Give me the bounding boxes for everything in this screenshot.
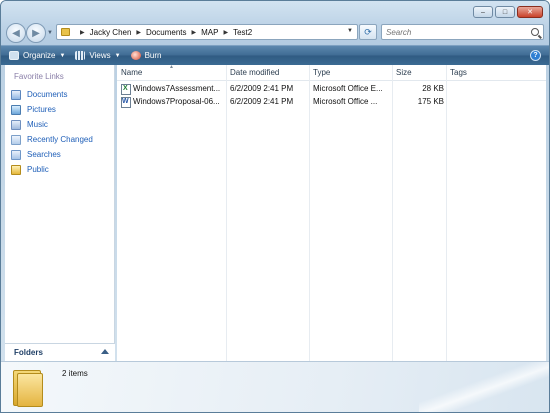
nav-item-label: Pictures: [27, 105, 56, 114]
column-header-type[interactable]: Type: [313, 68, 330, 77]
nav-item-label: Searches: [27, 150, 61, 159]
breadcrumb-jacky-chen[interactable]: Jacky Chen: [90, 28, 132, 37]
nav-item-recently-changed[interactable]: Recently Changed: [11, 132, 93, 147]
public-folder-icon: [11, 164, 21, 175]
chevron-down-icon: ▼: [114, 52, 121, 59]
folder-icon: [61, 28, 70, 36]
sort-ascending-icon: ▲: [169, 64, 174, 70]
title-bar: – □ ✕ ◀ ▶ ▼ ▶ Jacky Chen ▶ Documents ▶ M…: [1, 1, 549, 45]
views-label: Views: [89, 51, 111, 60]
file-row[interactable]: Windows7Assessment... 6/2/2009 2:41 PM M…: [117, 83, 546, 96]
folders-toggle[interactable]: Folders: [5, 343, 115, 361]
file-row[interactable]: Windows7Proposal-06... 6/2/2009 2:41 PM …: [117, 96, 546, 109]
refresh-button[interactable]: ⟳: [359, 24, 377, 40]
file-name: Windows7Proposal-06...: [133, 97, 220, 106]
nav-item-documents[interactable]: Documents: [11, 87, 93, 102]
excel-file-icon: [121, 84, 131, 95]
organize-label: Organize: [23, 51, 56, 60]
search-box[interactable]: [381, 24, 544, 40]
breadcrumb-test2[interactable]: Test2: [233, 28, 252, 37]
favorite-links-list: Documents Pictures Music Recently Change…: [11, 87, 93, 177]
file-size: 28 KB: [422, 84, 444, 93]
search-icon[interactable]: [531, 28, 539, 36]
details-pane: 2 items: [1, 361, 549, 412]
searches-icon: [11, 149, 21, 160]
help-button[interactable]: ?: [530, 50, 541, 61]
command-bar: Organize ▼ Views ▼ Burn ?: [1, 45, 549, 65]
views-button[interactable]: Views ▼: [75, 51, 121, 60]
burn-label: Burn: [144, 51, 162, 60]
breadcrumb-separator-icon[interactable]: ▶: [80, 29, 85, 36]
file-type: Microsoft Office E...: [313, 84, 383, 93]
file-date-modified: 6/2/2009 2:41 PM: [230, 84, 294, 93]
breadcrumb-separator-icon[interactable]: ▶: [136, 29, 141, 36]
column-header-size[interactable]: Size: [396, 68, 412, 77]
folder-icon: [11, 367, 45, 407]
burn-button[interactable]: Burn: [130, 51, 162, 60]
search-input[interactable]: [386, 27, 526, 37]
favorite-links-heading: Favorite Links: [14, 72, 64, 81]
column-divider[interactable]: [446, 65, 447, 361]
address-bar[interactable]: ▶ Jacky Chen ▶ Documents ▶ MAP ▶ Test2 ▼: [56, 24, 358, 40]
music-icon: [11, 119, 21, 130]
documents-icon: [11, 89, 21, 100]
word-file-icon: [121, 97, 131, 108]
organize-icon: [9, 51, 19, 60]
nav-item-label: Recently Changed: [27, 135, 93, 144]
column-divider[interactable]: [309, 65, 310, 361]
minimize-button[interactable]: –: [473, 6, 493, 18]
column-header-date-modified[interactable]: Date modified: [230, 68, 279, 77]
column-headers: ▲ Name Date modified Type Size Tags: [117, 64, 546, 81]
nav-item-label: Public: [27, 165, 49, 174]
breadcrumb-separator-icon[interactable]: ▶: [223, 29, 228, 36]
decorative-swoosh: [419, 362, 549, 412]
file-type: Microsoft Office ...: [313, 97, 378, 106]
nav-item-music[interactable]: Music: [11, 117, 93, 132]
item-count: 2 items: [62, 369, 88, 378]
address-dropdown-icon[interactable]: ▼: [347, 28, 353, 34]
breadcrumb-map[interactable]: MAP: [201, 28, 218, 37]
chevron-down-icon: ▼: [59, 52, 66, 59]
recently-changed-icon: [11, 134, 21, 145]
file-list: ▲ Name Date modified Type Size Tags Wind…: [117, 64, 546, 361]
nav-item-label: Documents: [27, 90, 68, 99]
organize-button[interactable]: Organize ▼: [9, 51, 65, 60]
file-name: Windows7Assessment...: [133, 84, 221, 93]
file-date-modified: 6/2/2009 2:41 PM: [230, 97, 294, 106]
window-controls: – □ ✕: [473, 6, 543, 18]
column-divider[interactable]: [226, 65, 227, 361]
file-size: 175 KB: [417, 97, 444, 106]
nav-item-pictures[interactable]: Pictures: [11, 102, 93, 117]
explorer-window: – □ ✕ ◀ ▶ ▼ ▶ Jacky Chen ▶ Documents ▶ M…: [0, 0, 550, 413]
folders-label: Folders: [14, 348, 43, 357]
forward-button[interactable]: ▶: [26, 23, 46, 43]
column-divider[interactable]: [392, 65, 393, 361]
chevron-up-icon[interactable]: [101, 349, 109, 354]
breadcrumb-documents[interactable]: Documents: [146, 28, 186, 37]
burn-disc-icon: [130, 51, 141, 60]
nav-item-public[interactable]: Public: [11, 162, 93, 177]
nav-item-label: Music: [27, 120, 48, 129]
breadcrumb-separator-icon[interactable]: ▶: [192, 29, 197, 36]
back-button[interactable]: ◀: [6, 23, 26, 43]
views-icon: [75, 51, 86, 60]
close-button[interactable]: ✕: [517, 6, 543, 18]
maximize-button[interactable]: □: [495, 6, 515, 18]
column-header-name[interactable]: Name: [121, 68, 142, 77]
navigation-pane: Favorite Links Documents Pictures Music …: [5, 65, 115, 361]
recent-pages-dropdown-icon[interactable]: ▼: [47, 30, 53, 36]
nav-item-searches[interactable]: Searches: [11, 147, 93, 162]
pictures-icon: [11, 104, 21, 115]
column-header-tags[interactable]: Tags: [450, 68, 467, 77]
